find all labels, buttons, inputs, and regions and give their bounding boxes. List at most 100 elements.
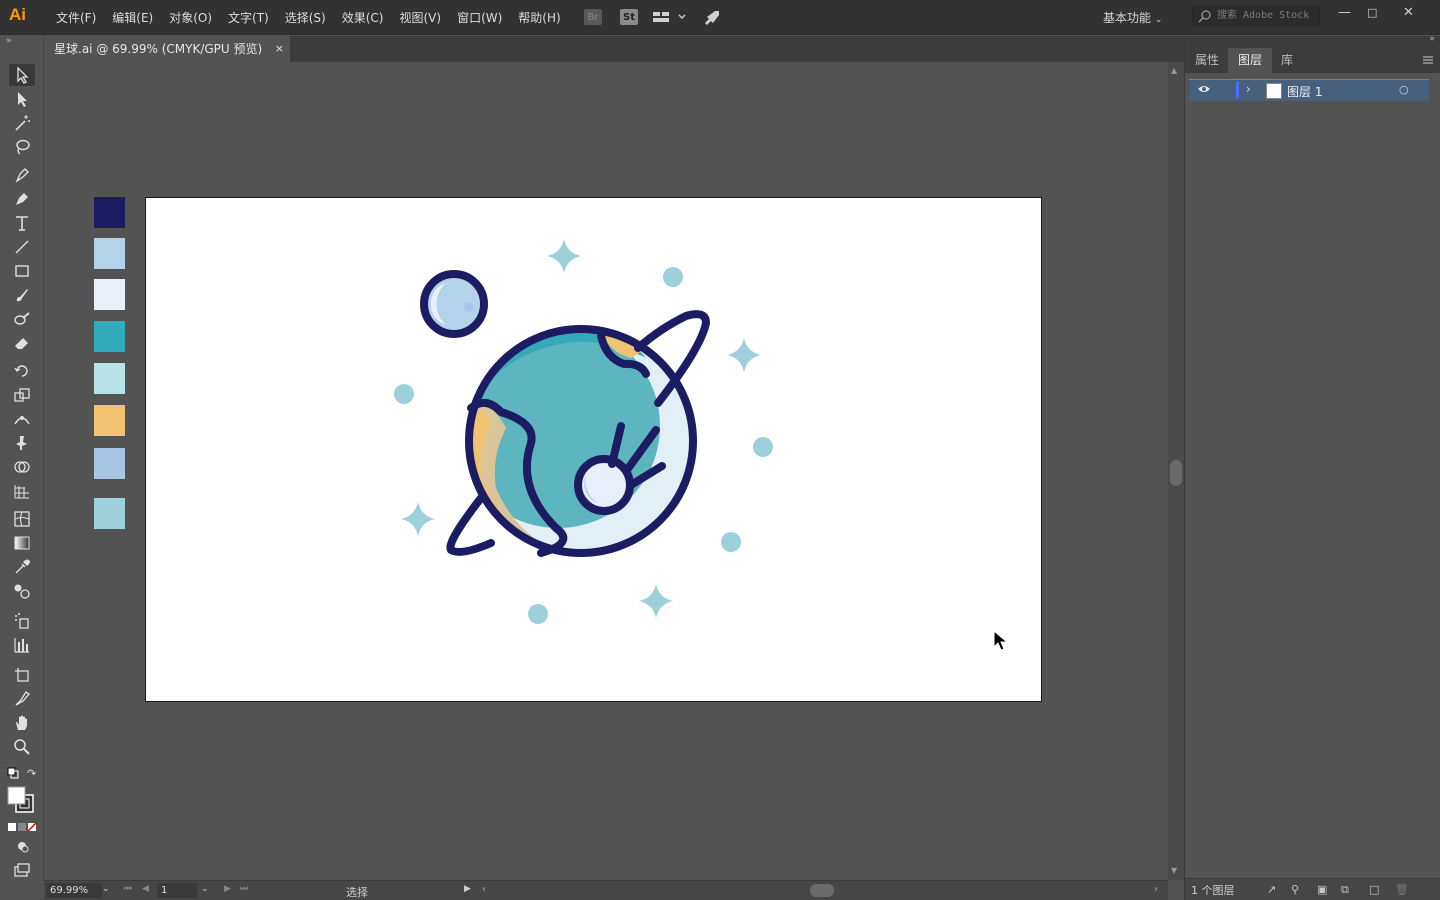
color-swatch[interactable] [94,279,125,310]
scroll-right-icon[interactable]: › [1154,884,1158,895]
tab-libraries[interactable]: 库 [1271,48,1303,73]
screen-mode-icon[interactable] [9,860,35,882]
pen-tool-icon[interactable] [9,164,35,186]
color-swatch[interactable] [94,321,125,352]
color-mode-icon[interactable] [7,821,37,835]
tab-properties[interactable]: 属性 [1185,48,1229,73]
mesh-tool-icon[interactable] [9,508,35,530]
menu-item[interactable]: 选择(S) [277,9,334,26]
swap-fill-stroke-icon[interactable]: ↷ [27,767,36,780]
menu-item[interactable]: 对象(O) [161,9,220,26]
export-icon[interactable]: ↗ [1267,883,1276,896]
hand-tool-icon[interactable] [9,712,35,734]
scale-tool-icon[interactable] [9,384,35,406]
width-tool-icon[interactable] [9,408,35,430]
menu-item[interactable]: 编辑(E) [104,9,161,26]
new-layer-icon[interactable]: □ [1369,883,1379,896]
artboard-dropdown-icon[interactable]: ⌄ [201,884,209,894]
artboard-number-field[interactable]: 1 [157,883,197,898]
color-swatch[interactable] [94,197,125,228]
visibility-eye-icon[interactable] [1197,83,1211,97]
layer-target-icon[interactable]: ○ [1399,83,1409,96]
minimize-button[interactable]: — [1338,5,1351,20]
layer-name[interactable]: 图层 1 [1287,83,1322,100]
menu-item[interactable]: 窗口(W) [449,9,510,26]
planet-artwork[interactable] [146,198,1041,701]
status-menu-arrow-icon[interactable]: ▶ [464,884,471,894]
panel-collapse-icon[interactable]: » [1429,34,1435,44]
eyedropper-tool-icon[interactable] [9,556,35,578]
close-tab-icon[interactable]: × [275,36,284,62]
color-swatch[interactable] [94,405,125,436]
menu-item[interactable]: 效果(C) [334,9,392,26]
blend-tool-icon[interactable] [9,580,35,602]
mouse-cursor-icon [993,629,1009,655]
magic-wand-tool-icon[interactable] [9,112,35,134]
color-swatch[interactable] [94,238,125,269]
lasso-tool-icon[interactable] [9,136,35,158]
workspace-switcher[interactable]: 基本功能 ⌄ [1103,9,1162,26]
zoom-level-field[interactable]: 69.99% [46,883,102,898]
new-sublayer-icon[interactable]: ⧉ [1341,883,1349,897]
menu-item[interactable]: 文字(T) [220,9,277,26]
panel-menu-icon[interactable] [1423,54,1433,68]
maximize-button[interactable]: □ [1367,6,1377,19]
line-segment-tool-icon[interactable] [9,236,35,258]
symbol-sprayer-tool-icon[interactable] [9,610,35,632]
last-artboard-icon[interactable]: ⏭ [240,884,248,894]
perspective-grid-tool-icon[interactable] [9,480,35,502]
document-tab[interactable]: 星球.ai @ 69.99% (CMYK/GPU 预览) × [44,36,290,62]
stock-icon[interactable]: St [620,9,638,25]
menu-item[interactable]: 帮助(H) [510,9,568,26]
zoom-tool-icon[interactable] [9,736,35,758]
slice-tool-icon[interactable] [9,688,35,710]
curvature-tool-icon[interactable] [9,188,35,210]
layer-row[interactable]: › 图层 1 ○ [1189,79,1429,101]
zoom-dropdown-icon[interactable]: ⌄ [102,884,110,894]
make-clipping-mask-icon[interactable]: ▣ [1317,883,1327,896]
gradient-tool-icon[interactable] [9,532,35,554]
expand-chevron-icon[interactable]: › [1246,82,1251,96]
menu-item[interactable]: 文件(F) [48,9,104,26]
scroll-left-icon[interactable]: ‹ [482,884,486,895]
scroll-thumb[interactable] [1170,460,1182,486]
type-tool-icon[interactable] [9,212,35,234]
menu-item[interactable]: 视图(V) [391,9,449,26]
arrange-documents-icon[interactable] [652,9,688,25]
direct-selection-tool-icon[interactable] [9,88,35,110]
paintbrush-tool-icon[interactable] [9,284,35,306]
prev-artboard-icon[interactable]: ◀ [142,884,149,894]
scroll-down-icon[interactable]: ▼ [1171,866,1177,875]
vertical-scrollbar[interactable]: ▲ ▼ [1168,62,1184,880]
locate-object-icon[interactable]: ⚲ [1291,883,1299,896]
shaper-tool-icon[interactable] [9,308,35,330]
default-fill-stroke-icon[interactable] [7,767,19,782]
selection-tool-icon[interactable] [9,64,35,86]
next-artboard-icon[interactable]: ▶ [224,884,231,894]
close-window-button[interactable]: ✕ [1403,5,1414,20]
delete-layer-icon[interactable]: 🗑 [1395,883,1409,896]
rectangle-tool-icon[interactable] [9,260,35,282]
gpu-rocket-icon[interactable] [702,9,722,25]
layer-count: 1 个图层 [1191,884,1235,897]
tab-layers[interactable]: 图层 [1228,48,1273,73]
artboard[interactable] [145,197,1042,702]
sparkle-star [547,239,581,273]
drawing-mode-icon[interactable] [9,836,35,858]
scroll-up-icon[interactable]: ▲ [1171,66,1177,75]
fill-stroke-swatch[interactable] [7,786,37,817]
bridge-icon[interactable]: Br [584,9,602,25]
rotate-tool-icon[interactable] [9,360,35,382]
horizontal-scroll-thumb[interactable] [810,884,834,897]
color-swatch[interactable] [94,363,125,394]
puppet-warp-tool-icon[interactable] [9,432,35,454]
color-swatch[interactable] [94,498,125,529]
shape-builder-tool-icon[interactable] [9,456,35,478]
sparkle-star [639,584,673,618]
panel-collapse-icon[interactable]: » [6,36,12,46]
first-artboard-icon[interactable]: ⏮ [124,884,132,894]
color-swatch[interactable] [94,448,125,479]
column-graph-tool-icon[interactable] [9,634,35,656]
eraser-tool-icon[interactable] [9,332,35,354]
artboard-tool-icon[interactable] [9,664,35,686]
